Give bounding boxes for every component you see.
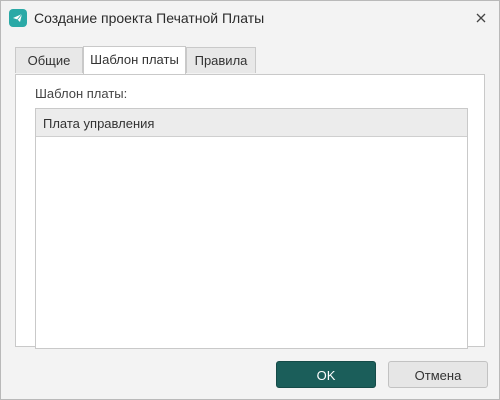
title-bar: Создание проекта Печатной Платы [1, 1, 499, 35]
tab-board-template[interactable]: Шаблон платы [83, 46, 186, 74]
tab-general[interactable]: Общие [15, 47, 83, 73]
dialog-window: Создание проекта Печатной Платы Общие Ша… [0, 0, 500, 400]
window-title: Создание проекта Печатной Платы [34, 10, 265, 26]
cancel-button[interactable]: Отмена [388, 361, 488, 388]
column-header-label: Плата управления [43, 116, 155, 131]
tab-rules[interactable]: Правила [186, 47, 256, 73]
list-column-header[interactable]: Плата управления [36, 109, 467, 137]
ok-button[interactable]: OK [276, 361, 376, 388]
tab-bar: Общие Шаблон платы Правила [15, 46, 485, 74]
board-template-label: Шаблон платы: [35, 86, 128, 101]
tab-panel: Шаблон платы: Плата управления [15, 74, 485, 349]
close-icon [476, 13, 486, 23]
app-icon [9, 9, 27, 27]
close-button[interactable] [469, 6, 493, 30]
template-list[interactable]: Плата управления [35, 108, 468, 349]
